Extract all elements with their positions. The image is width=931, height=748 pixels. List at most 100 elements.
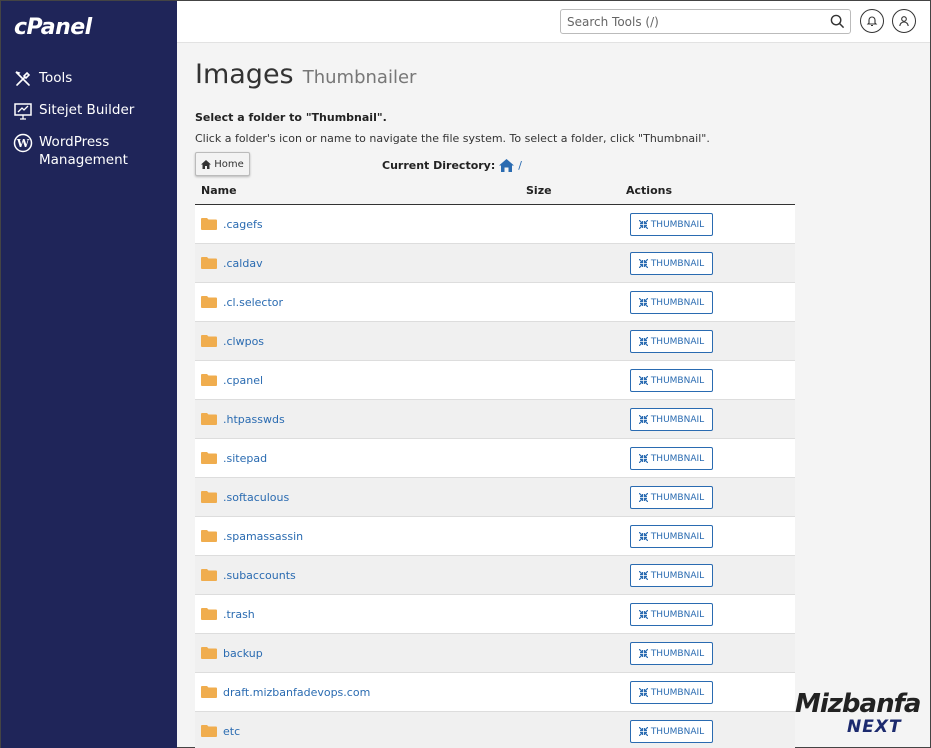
table-row: .sitepad THUMBNAIL	[195, 439, 795, 478]
thumbnail-button[interactable]: THUMBNAIL	[630, 369, 713, 392]
thumbnail-button[interactable]: THUMBNAIL	[630, 681, 713, 704]
thumbnail-button[interactable]: THUMBNAIL	[630, 720, 713, 743]
folder-icon[interactable]	[201, 413, 217, 425]
table-row: .subaccounts THUMBNAIL	[195, 556, 795, 595]
bell-icon	[866, 16, 878, 27]
folder-icon[interactable]	[201, 374, 217, 386]
search-icon[interactable]	[830, 14, 845, 29]
table-row: backup THUMBNAIL	[195, 634, 795, 673]
folder-icon[interactable]	[201, 569, 217, 581]
home-button-label: Home	[214, 158, 244, 170]
folder-icon[interactable]	[201, 608, 217, 620]
folder-icon[interactable]	[201, 686, 217, 698]
folder-icon[interactable]	[201, 452, 217, 464]
folder-icon[interactable]	[201, 335, 217, 347]
thumbnail-button-label: THUMBNAIL	[650, 414, 705, 425]
home-directory-icon[interactable]	[499, 159, 515, 172]
folder-name-link[interactable]: .caldav	[223, 257, 263, 270]
thumbnail-button[interactable]: THUMBNAIL	[630, 291, 713, 314]
compress-icon	[638, 493, 648, 502]
thumbnail-button-label: THUMBNAIL	[650, 570, 705, 581]
folder-icon[interactable]	[201, 491, 217, 503]
folder-icon[interactable]	[201, 296, 217, 308]
table-row: .cagefs THUMBNAIL	[195, 205, 795, 244]
compress-icon	[638, 298, 648, 307]
compress-icon	[638, 259, 648, 268]
table-row: .cpanel THUMBNAIL	[195, 361, 795, 400]
folder-name-link[interactable]: .spamassassin	[223, 530, 303, 543]
folder-name-link[interactable]: .trash	[223, 608, 255, 621]
column-header-name[interactable]: Name	[201, 184, 237, 197]
tools-icon	[15, 71, 31, 86]
thumbnail-button-label: THUMBNAIL	[650, 258, 705, 269]
thumbnail-button[interactable]: THUMBNAIL	[630, 213, 713, 236]
page-subtitle: Thumbnailer	[302, 67, 417, 88]
thumbnail-button[interactable]: THUMBNAIL	[630, 486, 713, 509]
folder-name-link[interactable]: .htpasswds	[223, 413, 285, 426]
folder-icon[interactable]	[201, 647, 217, 659]
thumbnail-button-label: THUMBNAIL	[650, 219, 705, 230]
search-box[interactable]	[560, 9, 851, 34]
folder-icon[interactable]	[201, 257, 217, 269]
folder-icon[interactable]	[201, 725, 217, 737]
sidebar-item-tools[interactable]: Tools	[1, 65, 177, 93]
compress-icon	[638, 415, 648, 424]
thumbnail-button[interactable]: THUMBNAIL	[630, 330, 713, 353]
folder-name-link[interactable]: backup	[223, 647, 263, 660]
sidebar-item-wordpress[interactable]: W WordPress Management	[1, 129, 177, 173]
thumbnail-button-label: THUMBNAIL	[650, 531, 705, 542]
watermark-line1: Mizbanfa	[795, 689, 921, 719]
cpanel-logo[interactable]: cPanel	[14, 15, 92, 40]
folder-name-link[interactable]: draft.mizbanfadevops.com	[223, 686, 370, 699]
thumbnail-button[interactable]: THUMBNAIL	[630, 447, 713, 470]
folder-icon[interactable]	[201, 218, 217, 230]
thumbnail-button[interactable]: THUMBNAIL	[630, 603, 713, 626]
watermark-line2: NEXT	[847, 717, 902, 737]
column-header-size[interactable]: Size	[526, 184, 552, 197]
thumbnail-button[interactable]: THUMBNAIL	[630, 525, 713, 548]
notifications-button[interactable]	[860, 9, 884, 33]
compress-icon	[638, 610, 648, 619]
thumbnail-button[interactable]: THUMBNAIL	[630, 408, 713, 431]
table-row: .htpasswds THUMBNAIL	[195, 400, 795, 439]
thumbnail-button-label: THUMBNAIL	[650, 609, 705, 620]
compress-icon	[638, 571, 648, 580]
folder-name-link[interactable]: .subaccounts	[223, 569, 296, 582]
folder-name-link[interactable]: .cagefs	[223, 218, 263, 231]
folder-name-link[interactable]: .softaculous	[223, 491, 289, 504]
folder-name-link[interactable]: .sitepad	[223, 452, 267, 465]
watermark-logo: Mizbanfa NEXT	[795, 689, 925, 741]
thumbnail-button[interactable]: THUMBNAIL	[630, 564, 713, 587]
wordpress-icon: W	[13, 133, 33, 153]
page-title-text: Images	[195, 59, 294, 90]
folder-table-body: .cagefs THUMBNAIL .caldav THUMBNAIL .cl.sele…	[195, 205, 795, 748]
compress-icon	[638, 376, 648, 385]
instruction-heading: Select a folder to "Thumbnail".	[195, 111, 387, 124]
folder-name-link[interactable]: etc	[223, 725, 240, 738]
table-row: .cl.selector THUMBNAIL	[195, 283, 795, 322]
compress-icon	[638, 454, 648, 463]
thumbnail-button[interactable]: THUMBNAIL	[630, 252, 713, 275]
sidebar-nav: Tools Sitejet Builder W WordPress Manage…	[1, 65, 177, 177]
thumbnail-button-label: THUMBNAIL	[650, 453, 705, 464]
table-row: draft.mizbanfadevops.com THUMBNAIL	[195, 673, 795, 712]
folder-name-link[interactable]: .clwpos	[223, 335, 264, 348]
current-directory-label: Current Directory:	[382, 159, 496, 172]
svg-text:W: W	[16, 137, 30, 150]
search-input[interactable]	[561, 10, 811, 33]
compress-icon	[638, 688, 648, 697]
folder-name-link[interactable]: .cl.selector	[223, 296, 283, 309]
table-row: .spamassassin THUMBNAIL	[195, 517, 795, 556]
folder-name-link[interactable]: .cpanel	[223, 374, 263, 387]
thumbnail-button-label: THUMBNAIL	[650, 375, 705, 386]
current-directory: Current Directory: /	[382, 159, 522, 172]
sidebar-item-label: WordPress Management	[39, 134, 128, 168]
home-button[interactable]: Home	[195, 152, 250, 176]
compress-icon	[638, 337, 648, 346]
user-menu-button[interactable]	[892, 9, 916, 33]
thumbnail-button[interactable]: THUMBNAIL	[630, 642, 713, 665]
sidebar-item-sitejet[interactable]: Sitejet Builder	[1, 97, 177, 125]
folder-icon[interactable]	[201, 530, 217, 542]
table-header: Name Size Actions	[195, 180, 795, 205]
compress-icon	[638, 649, 648, 658]
